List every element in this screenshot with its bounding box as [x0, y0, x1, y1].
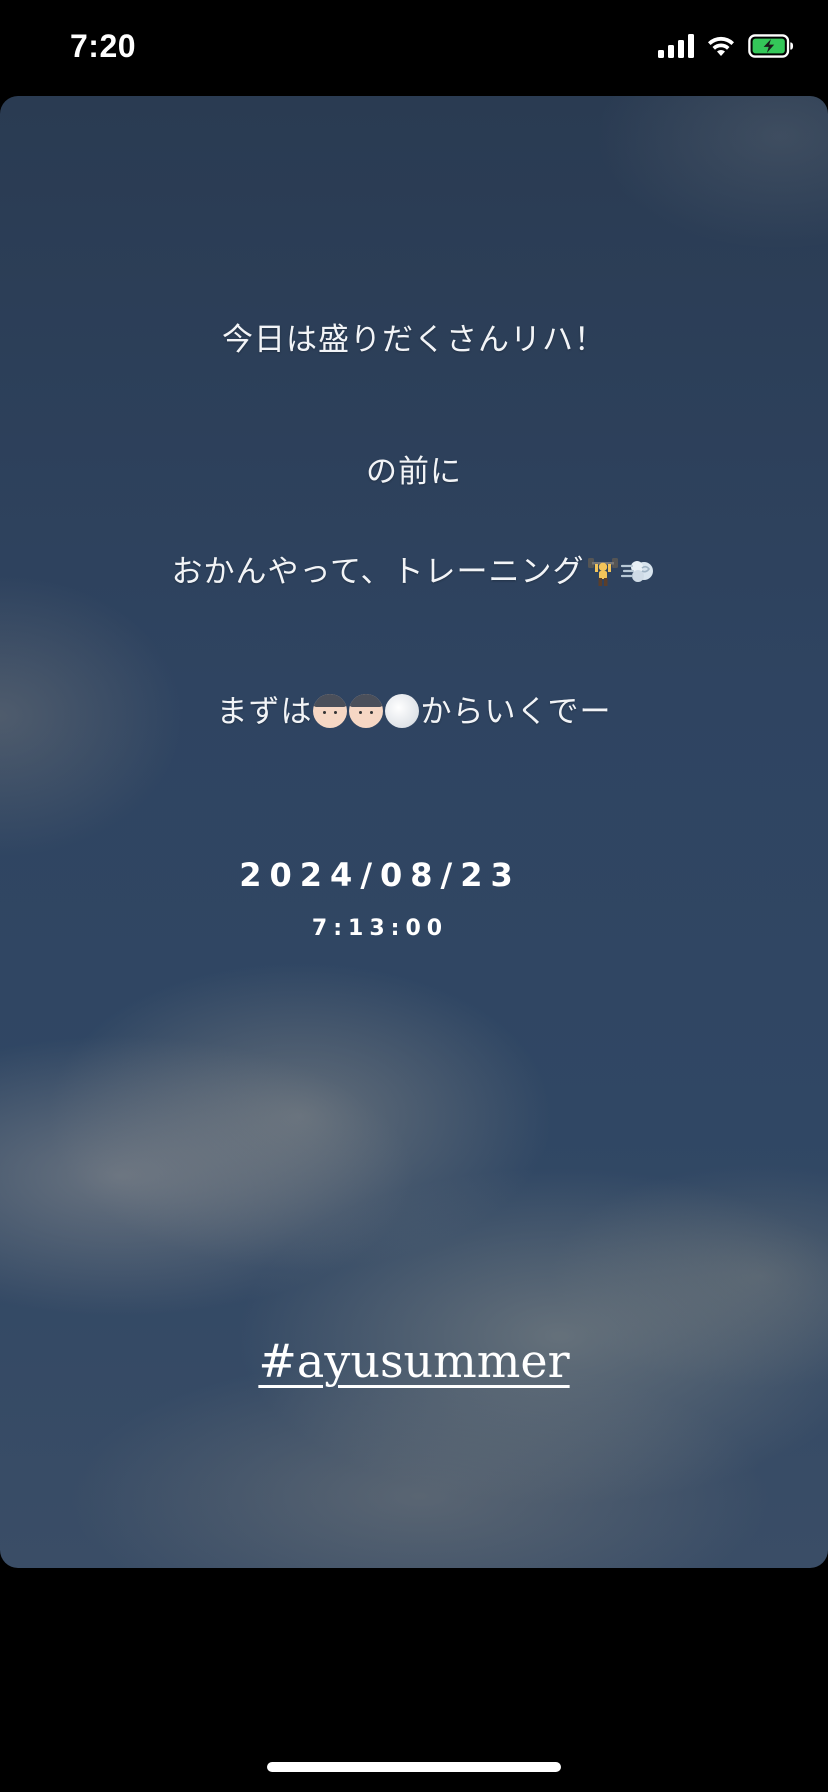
story-line-4-text-start: まずは — [216, 694, 313, 730]
hashtag-link[interactable]: #ayusummer — [0, 1334, 828, 1388]
story-line-4-text-end: からいくでー — [420, 694, 612, 730]
home-indicator[interactable] — [267, 1762, 561, 1772]
signal-icon — [658, 34, 694, 58]
story-screen: 7:20 今日は盛りだくさんリハ！ の前に おかんやって、トレーニング まずは … — [0, 0, 828, 1792]
dash-emoji-icon — [621, 561, 654, 582]
story-time: 7:13:00 — [311, 916, 449, 941]
status-bar: 7:20 — [0, 0, 828, 96]
boy-emoji-icon — [313, 694, 348, 728]
weightlifter-emoji-icon — [588, 558, 619, 586]
story-date: 2024/08/23 — [239, 856, 521, 894]
story-line-2: の前に — [366, 454, 462, 490]
wifi-icon — [708, 36, 734, 56]
battery-charging-icon — [748, 34, 794, 58]
story-line-3-text: おかんやって、トレーニング — [171, 554, 585, 590]
story-line-1: 今日は盛りだくさんリハ！ — [222, 322, 606, 358]
status-icons — [658, 34, 794, 58]
status-time: 7:20 — [70, 28, 137, 64]
boy-emoji-icon — [349, 694, 384, 728]
story-card[interactable]: 今日は盛りだくさんリハ！ の前に おかんやって、トレーニング まずは からいくで… — [0, 96, 828, 1568]
story-line-4: まずは からいくでー — [0, 686, 828, 731]
story-line-3: おかんやって、トレーニング — [0, 546, 828, 591]
rice-emoji-icon — [385, 694, 420, 728]
